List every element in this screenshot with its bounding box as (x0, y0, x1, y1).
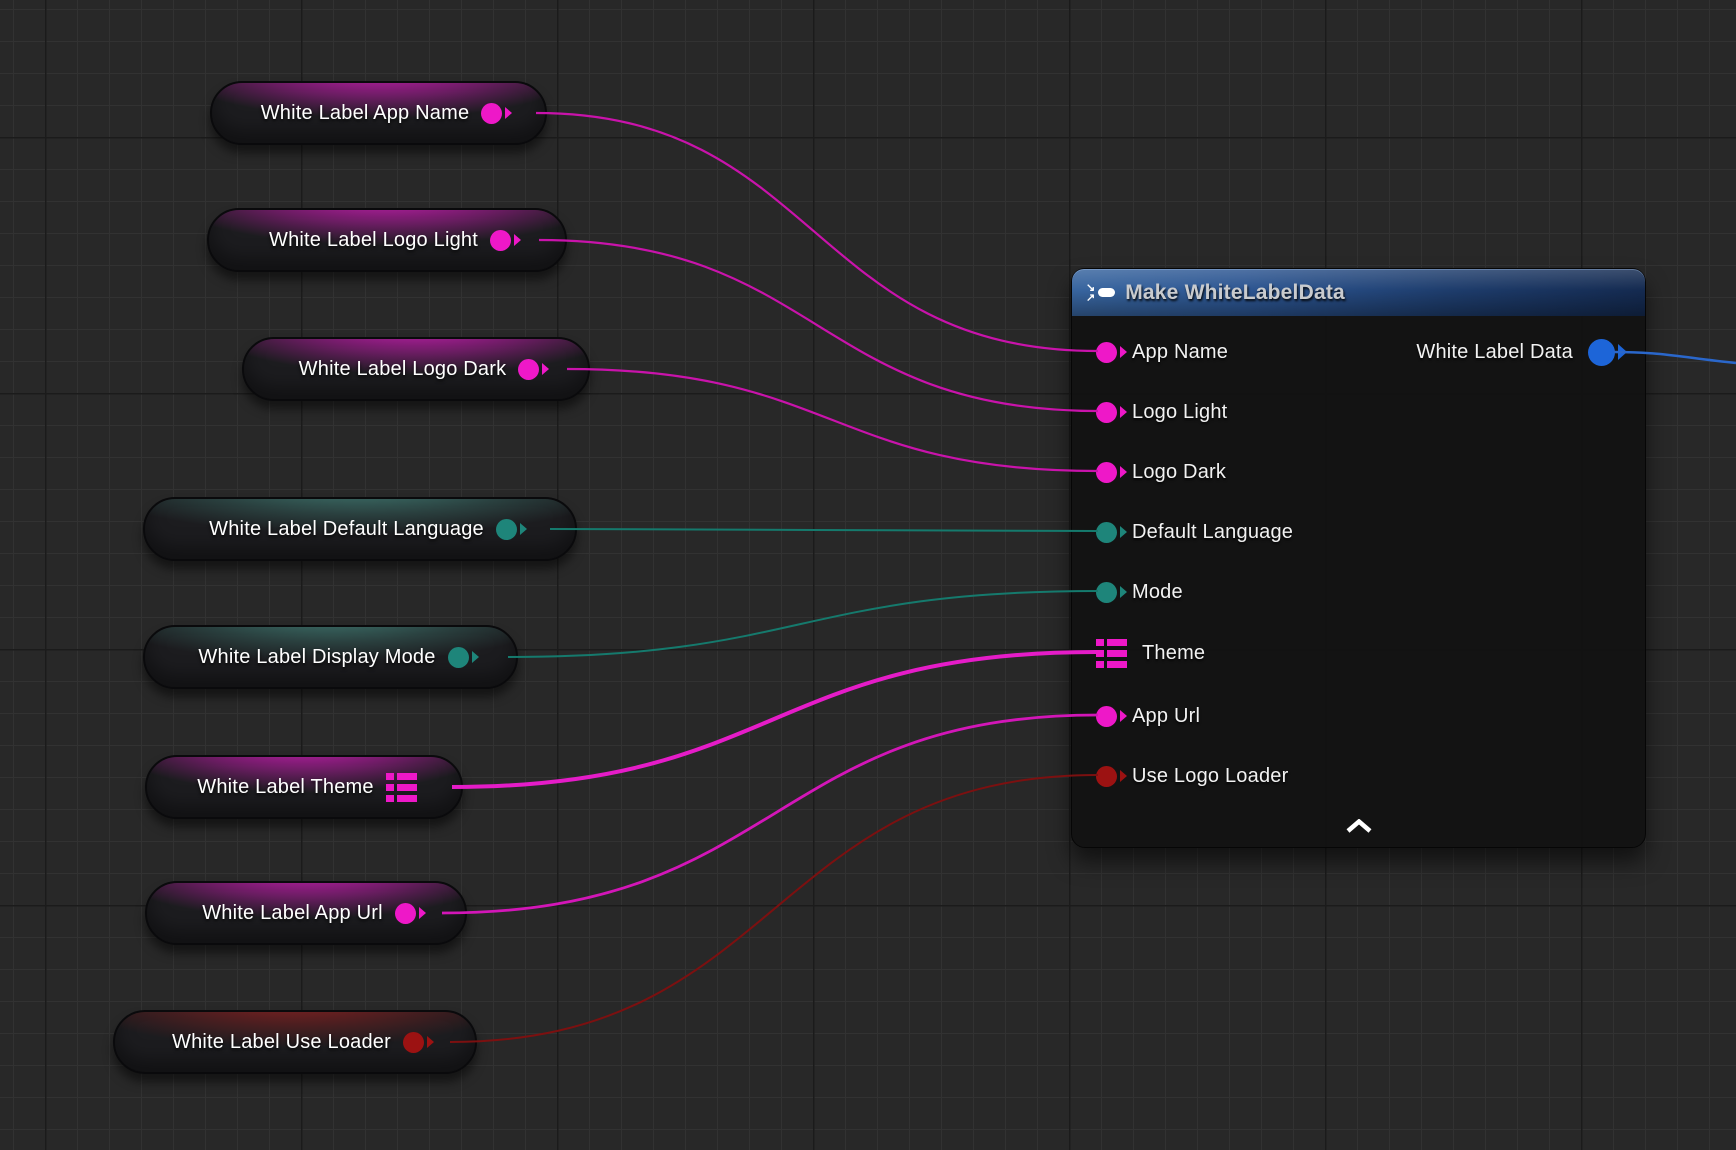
input-row-use-logo-loader: Use Logo Loader (1096, 760, 1288, 792)
var-node-label: White Label Logo Dark (299, 358, 507, 381)
output-pin-bool[interactable] (403, 1032, 424, 1053)
var-node-label: White Label App Name (261, 102, 470, 125)
var-node-label: White Label Use Loader (172, 1031, 391, 1054)
output-row-white-label-data: White Label Data (1416, 336, 1615, 368)
input-row-app-url: App Url (1096, 700, 1200, 732)
input-row-logo-light: Logo Light (1096, 396, 1227, 428)
pin-label: Theme (1142, 642, 1205, 665)
wire-app-name[interactable] (536, 113, 1098, 351)
var-node-white-label-use-loader[interactable]: White Label Use Loader (113, 1010, 477, 1074)
pin-label: Use Logo Loader (1132, 765, 1288, 788)
var-node-white-label-app-name[interactable]: White Label App Name (210, 81, 547, 145)
input-pin-string[interactable] (1096, 402, 1117, 423)
var-node-label: White Label Logo Light (269, 229, 478, 252)
pin-label: Logo Dark (1132, 461, 1226, 484)
output-pin-string[interactable] (518, 359, 539, 380)
var-node-white-label-display-mode[interactable]: White Label Display Mode (143, 625, 518, 689)
var-node-label: White Label Theme (197, 776, 373, 799)
input-row-default-language: Default Language (1096, 516, 1293, 548)
output-pin-string[interactable] (395, 903, 416, 924)
var-node-white-label-theme[interactable]: White Label Theme (145, 755, 463, 819)
input-pin-enum[interactable] (1096, 582, 1117, 603)
output-pin-string[interactable] (490, 230, 511, 251)
struct-grid-icon[interactable] (1096, 638, 1127, 669)
input-pin-enum[interactable] (1096, 522, 1117, 543)
wire-theme[interactable] (452, 652, 1096, 787)
wire-app-url[interactable] (442, 715, 1098, 913)
wire-default-language[interactable] (550, 529, 1098, 531)
output-pin-enum[interactable] (496, 519, 517, 540)
input-row-logo-dark: Logo Dark (1096, 456, 1226, 488)
wire-logo-light[interactable] (539, 240, 1098, 411)
make-whitelabeldata-node[interactable]: ↘↗ Make WhiteLabelData App Name Logo Lig… (1071, 268, 1646, 848)
pin-label: White Label Data (1416, 341, 1573, 364)
input-pin-string[interactable] (1096, 706, 1117, 727)
output-pin-string[interactable] (481, 103, 502, 124)
input-row-theme: Theme (1096, 637, 1205, 669)
var-node-white-label-app-url[interactable]: White Label App Url (145, 881, 467, 945)
input-row-app-name: App Name (1096, 336, 1228, 368)
pin-label: Mode (1132, 581, 1183, 604)
pin-label: Logo Light (1132, 401, 1227, 424)
struct-grid-icon[interactable] (386, 772, 417, 803)
input-row-mode: Mode (1096, 576, 1183, 608)
wire-logo-dark[interactable] (567, 369, 1098, 471)
pin-label: App Url (1132, 705, 1200, 728)
node-title: Make WhiteLabelData (1125, 281, 1345, 305)
input-pin-bool[interactable] (1096, 766, 1117, 787)
var-node-label: White Label Display Mode (198, 646, 435, 669)
var-node-white-label-default-language[interactable]: White Label Default Language (143, 497, 577, 561)
make-struct-icon: ↘↗ (1086, 283, 1115, 303)
var-node-white-label-logo-dark[interactable]: White Label Logo Dark (242, 337, 590, 401)
var-node-white-label-logo-light[interactable]: White Label Logo Light (207, 208, 567, 272)
wire-display-mode[interactable] (508, 591, 1098, 657)
collapse-node-button[interactable] (1342, 817, 1376, 835)
input-pin-string[interactable] (1096, 462, 1117, 483)
pin-label: Default Language (1132, 521, 1293, 544)
input-pin-string[interactable] (1096, 342, 1117, 363)
output-pin-struct[interactable] (1588, 339, 1615, 366)
chevron-up-icon (1346, 819, 1372, 833)
var-node-label: White Label App Url (202, 902, 383, 925)
blueprint-graph-canvas: White Label App Name White Label Logo Li… (0, 0, 1736, 1150)
node-header[interactable]: ↘↗ Make WhiteLabelData (1072, 269, 1645, 316)
output-pin-enum[interactable] (448, 647, 469, 668)
var-node-label: White Label Default Language (209, 518, 484, 541)
pin-label: App Name (1132, 341, 1228, 364)
